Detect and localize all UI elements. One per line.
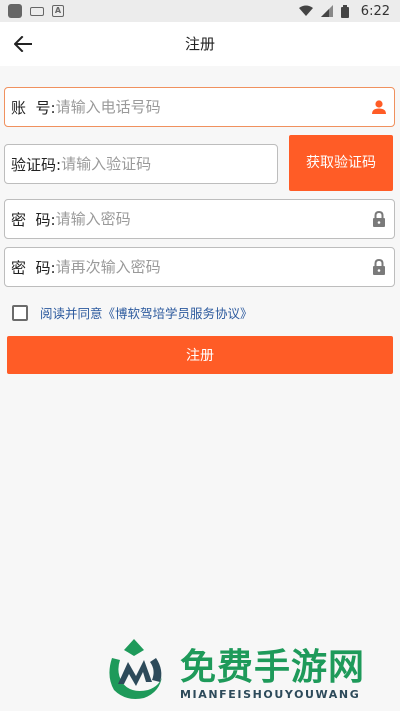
wifi-icon [298, 5, 313, 16]
app-notification-icon [8, 4, 22, 18]
confirm-password-field[interactable]: 密 码: [4, 247, 395, 287]
back-button[interactable] [8, 30, 38, 58]
app-header: 注册 [0, 22, 400, 66]
agreement-link[interactable]: 阅读并同意《博软驾培学员服务协议》 [40, 303, 253, 322]
watermark-logo-icon [109, 639, 162, 699]
lock-icon [364, 210, 394, 228]
confirm-password-input[interactable] [55, 248, 364, 286]
arrow-left-icon [14, 36, 32, 52]
get-code-button[interactable]: 获取验证码 [289, 135, 393, 191]
password-label: 密 码: [11, 210, 56, 229]
status-bar: A 6:22 [0, 0, 400, 22]
password-input[interactable] [55, 200, 364, 238]
agreement-row: 阅读并同意《博软驾培学员服务协议》 [12, 303, 253, 322]
battery-icon [340, 4, 349, 18]
code-label: 验证码: [11, 155, 62, 174]
person-icon [364, 99, 394, 115]
watermark-subtitle: MIANFEISHOUYOUWANG [180, 688, 361, 701]
signal-icon [320, 5, 333, 17]
keyboard-icon [30, 6, 44, 16]
account-label: 账 号: [11, 98, 56, 117]
register-button[interactable]: 注册 [7, 336, 393, 374]
code-input[interactable] [61, 145, 277, 183]
a-notification-icon: A [52, 5, 64, 17]
lock-icon [364, 258, 394, 276]
account-input[interactable] [55, 88, 364, 126]
status-bar-right: 6:22 [298, 3, 390, 19]
account-field[interactable]: 账 号: [4, 87, 395, 127]
watermark-title: 免费手游网 [180, 647, 366, 688]
password-field[interactable]: 密 码: [4, 199, 395, 239]
status-time: 6:22 [360, 3, 390, 19]
watermark: 免费手游网 MIANFEISHOUYOUWANG [100, 636, 395, 706]
page-title: 注册 [184, 35, 215, 53]
code-field[interactable]: 验证码: [4, 144, 278, 184]
status-bar-left: A [8, 4, 64, 18]
agreement-checkbox[interactable] [12, 304, 28, 321]
confirm-password-label: 密 码: [11, 258, 56, 277]
